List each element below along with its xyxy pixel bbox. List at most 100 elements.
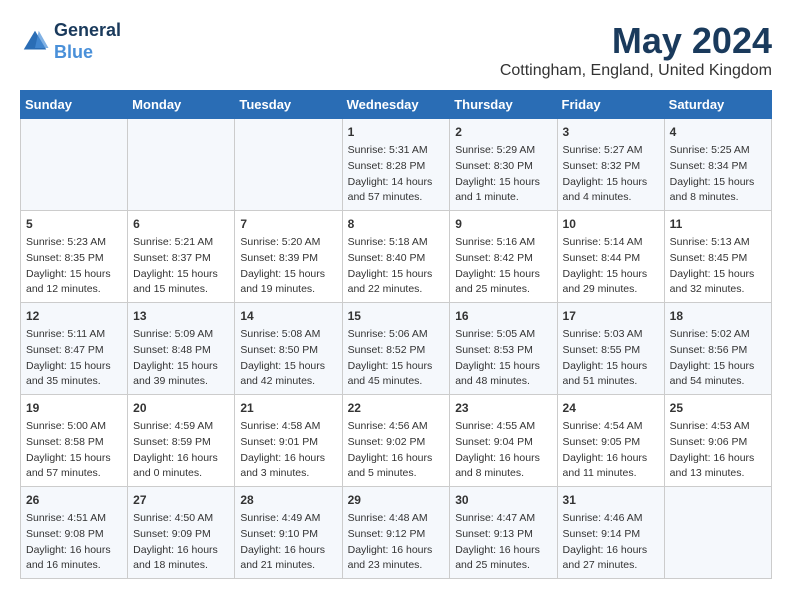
day-info: Sunrise: 5:16 AMSunset: 8:42 PMDaylight:…: [455, 235, 551, 298]
calendar-cell: 11 Sunrise: 5:13 AMSunset: 8:45 PMDayligh…: [664, 211, 771, 303]
day-number: 3: [563, 123, 659, 141]
weekday-header-saturday: Saturday: [664, 91, 771, 119]
day-number: 18: [670, 307, 766, 325]
calendar-cell: [235, 119, 342, 211]
calendar-cell: 31 Sunrise: 4:46 AMSunset: 9:14 PMDayligh…: [557, 487, 664, 579]
calendar-cell: 13 Sunrise: 5:09 AMSunset: 8:48 PMDayligh…: [128, 303, 235, 395]
calendar-table: SundayMondayTuesdayWednesdayThursdayFrid…: [20, 90, 772, 579]
calendar-week-row: 1 Sunrise: 5:31 AMSunset: 8:28 PMDaylight…: [21, 119, 772, 211]
day-number: 4: [670, 123, 766, 141]
day-number: 16: [455, 307, 551, 325]
day-number: 6: [133, 215, 229, 233]
day-number: 28: [240, 491, 336, 509]
day-number: 17: [563, 307, 659, 325]
day-info: Sunrise: 5:13 AMSunset: 8:45 PMDaylight:…: [670, 235, 766, 298]
calendar-cell: 26 Sunrise: 4:51 AMSunset: 9:08 PMDayligh…: [21, 487, 128, 579]
weekday-header-sunday: Sunday: [21, 91, 128, 119]
calendar-cell: 9 Sunrise: 5:16 AMSunset: 8:42 PMDaylight…: [450, 211, 557, 303]
day-info: Sunrise: 4:46 AMSunset: 9:14 PMDaylight:…: [563, 511, 659, 574]
day-number: 5: [26, 215, 122, 233]
day-info: Sunrise: 5:03 AMSunset: 8:55 PMDaylight:…: [563, 327, 659, 390]
day-number: 7: [240, 215, 336, 233]
day-number: 20: [133, 399, 229, 417]
day-info: Sunrise: 5:11 AMSunset: 8:47 PMDaylight:…: [26, 327, 122, 390]
calendar-cell: 4 Sunrise: 5:25 AMSunset: 8:34 PMDaylight…: [664, 119, 771, 211]
weekday-header-tuesday: Tuesday: [235, 91, 342, 119]
calendar-cell: 22Sunrise: 4:56 AMSunset: 9:02 PMDayligh…: [342, 395, 450, 487]
day-number: 15: [348, 307, 445, 325]
day-info: Sunrise: 5:31 AMSunset: 8:28 PMDaylight:…: [348, 143, 445, 206]
day-number: 2: [455, 123, 551, 141]
day-number: 27: [133, 491, 229, 509]
calendar-cell: 3 Sunrise: 5:27 AMSunset: 8:32 PMDaylight…: [557, 119, 664, 211]
calendar-cell: [664, 487, 771, 579]
day-info: Sunrise: 5:23 AMSunset: 8:35 PMDaylight:…: [26, 235, 122, 298]
day-info: Sunrise: 5:21 AMSunset: 8:37 PMDaylight:…: [133, 235, 229, 298]
day-number: 8: [348, 215, 445, 233]
day-number: 31: [563, 491, 659, 509]
calendar-cell: 20 Sunrise: 4:59 AMSunset: 8:59 PMDayligh…: [128, 395, 235, 487]
calendar-cell: [21, 119, 128, 211]
location: Cottingham, England, United Kingdom: [500, 62, 772, 80]
calendar-cell: 29Sunrise: 4:48 AMSunset: 9:12 PMDayligh…: [342, 487, 450, 579]
day-info: Sunrise: 4:55 AMSunset: 9:04 PMDaylight:…: [455, 419, 551, 482]
month-title: May 2024: [500, 20, 772, 62]
day-number: 24: [563, 399, 659, 417]
calendar-week-row: 5 Sunrise: 5:23 AMSunset: 8:35 PMDaylight…: [21, 211, 772, 303]
calendar-cell: [128, 119, 235, 211]
logo-text: General Blue: [54, 20, 121, 63]
day-info: Sunrise: 5:05 AMSunset: 8:53 PMDaylight:…: [455, 327, 551, 390]
day-number: 10: [563, 215, 659, 233]
day-number: 30: [455, 491, 551, 509]
weekday-header-row: SundayMondayTuesdayWednesdayThursdayFrid…: [21, 91, 772, 119]
calendar-cell: 15 Sunrise: 5:06 AMSunset: 8:52 PMDayligh…: [342, 303, 450, 395]
calendar-cell: 23 Sunrise: 4:55 AMSunset: 9:04 PMDayligh…: [450, 395, 557, 487]
calendar-week-row: 19Sunrise: 5:00 AMSunset: 8:58 PMDayligh…: [21, 395, 772, 487]
day-info: Sunrise: 5:06 AMSunset: 8:52 PMDaylight:…: [348, 327, 445, 390]
calendar-cell: 24 Sunrise: 4:54 AMSunset: 9:05 PMDayligh…: [557, 395, 664, 487]
day-number: 19: [26, 399, 122, 417]
day-info: Sunrise: 4:56 AMSunset: 9:02 PMDaylight:…: [348, 419, 445, 482]
day-info: Sunrise: 4:50 AMSunset: 9:09 PMDaylight:…: [133, 511, 229, 574]
calendar-cell: 28 Sunrise: 4:49 AMSunset: 9:10 PMDayligh…: [235, 487, 342, 579]
day-info: Sunrise: 4:58 AMSunset: 9:01 PMDaylight:…: [240, 419, 336, 482]
logo: General Blue: [20, 20, 121, 63]
weekday-header-monday: Monday: [128, 91, 235, 119]
weekday-header-wednesday: Wednesday: [342, 91, 450, 119]
day-info: Sunrise: 4:51 AMSunset: 9:08 PMDaylight:…: [26, 511, 122, 574]
day-info: Sunrise: 5:29 AMSunset: 8:30 PMDaylight:…: [455, 143, 551, 206]
calendar-cell: 21 Sunrise: 4:58 AMSunset: 9:01 PMDayligh…: [235, 395, 342, 487]
day-info: Sunrise: 5:14 AMSunset: 8:44 PMDaylight:…: [563, 235, 659, 298]
day-number: 13: [133, 307, 229, 325]
calendar-cell: 12 Sunrise: 5:11 AMSunset: 8:47 PMDayligh…: [21, 303, 128, 395]
calendar-cell: 10 Sunrise: 5:14 AMSunset: 8:44 PMDayligh…: [557, 211, 664, 303]
day-number: 23: [455, 399, 551, 417]
day-number: 1: [348, 123, 445, 141]
day-info: Sunrise: 4:54 AMSunset: 9:05 PMDaylight:…: [563, 419, 659, 482]
day-info: Sunrise: 5:20 AMSunset: 8:39 PMDaylight:…: [240, 235, 336, 298]
calendar-cell: 6 Sunrise: 5:21 AMSunset: 8:37 PMDaylight…: [128, 211, 235, 303]
day-info: Sunrise: 5:25 AMSunset: 8:34 PMDaylight:…: [670, 143, 766, 206]
day-info: Sunrise: 5:27 AMSunset: 8:32 PMDaylight:…: [563, 143, 659, 206]
day-info: Sunrise: 5:09 AMSunset: 8:48 PMDaylight:…: [133, 327, 229, 390]
day-info: Sunrise: 4:59 AMSunset: 8:59 PMDaylight:…: [133, 419, 229, 482]
calendar-cell: 27 Sunrise: 4:50 AMSunset: 9:09 PMDayligh…: [128, 487, 235, 579]
day-number: 12: [26, 307, 122, 325]
calendar-cell: 17 Sunrise: 5:03 AMSunset: 8:55 PMDayligh…: [557, 303, 664, 395]
day-info: Sunrise: 5:02 AMSunset: 8:56 PMDaylight:…: [670, 327, 766, 390]
weekday-header-thursday: Thursday: [450, 91, 557, 119]
calendar-cell: 14Sunrise: 5:08 AMSunset: 8:50 PMDayligh…: [235, 303, 342, 395]
day-info: Sunrise: 4:49 AMSunset: 9:10 PMDaylight:…: [240, 511, 336, 574]
calendar-cell: 16 Sunrise: 5:05 AMSunset: 8:53 PMDayligh…: [450, 303, 557, 395]
day-info: Sunrise: 5:18 AMSunset: 8:40 PMDaylight:…: [348, 235, 445, 298]
calendar-cell: 7 Sunrise: 5:20 AMSunset: 8:39 PMDaylight…: [235, 211, 342, 303]
page-header: General Blue May 2024 Cottingham, Englan…: [20, 20, 772, 80]
day-number: 11: [670, 215, 766, 233]
day-info: Sunrise: 4:53 AMSunset: 9:06 PMDaylight:…: [670, 419, 766, 482]
day-number: 9: [455, 215, 551, 233]
day-number: 29: [348, 491, 445, 509]
weekday-header-friday: Friday: [557, 91, 664, 119]
day-number: 26: [26, 491, 122, 509]
title-block: May 2024 Cottingham, England, United Kin…: [500, 20, 772, 80]
day-number: 21: [240, 399, 336, 417]
